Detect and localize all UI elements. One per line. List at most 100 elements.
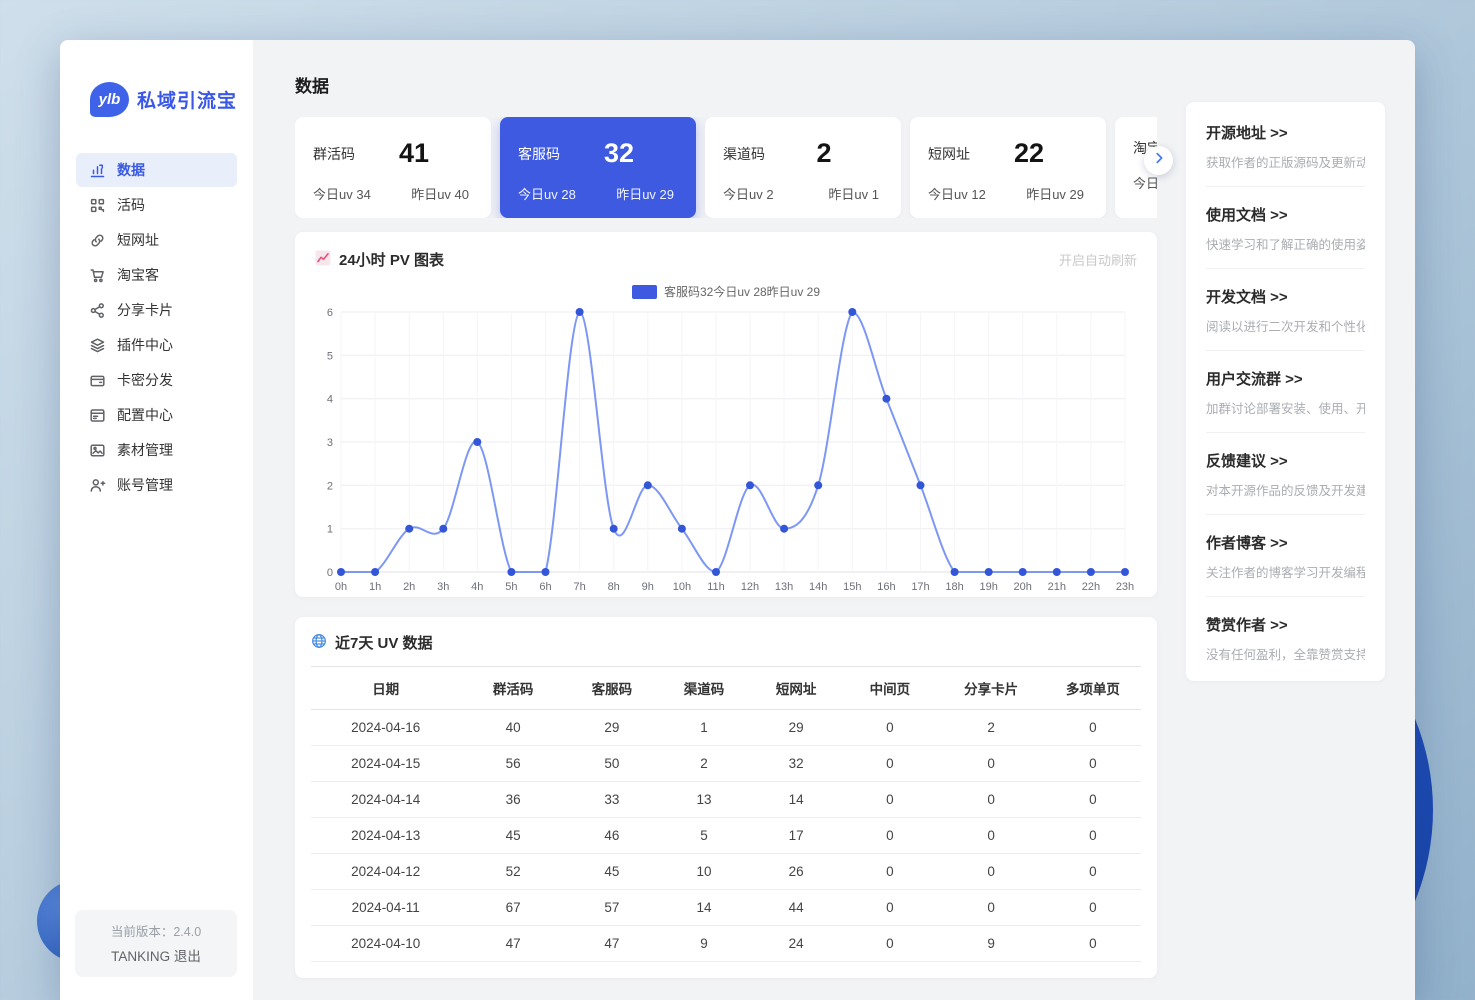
table-cell: 0 (1045, 746, 1141, 782)
svg-text:7h: 7h (573, 581, 585, 593)
help-link-desc: 没有任何盈利，全靠赞赏支持... (1206, 644, 1365, 663)
shopping-cart-icon (89, 267, 106, 284)
user-add-icon (89, 477, 106, 494)
svg-text:0h: 0h (335, 581, 347, 593)
sidebar-item-label: 淘宝客 (117, 265, 159, 285)
sidebar-item-config-center[interactable]: 配置中心 (76, 398, 237, 432)
help-link-desc: 关注作者的博客学习开发编程... (1206, 562, 1365, 581)
table-cell: 14 (750, 782, 842, 818)
sidebar-item-label: 卡密分发 (117, 370, 173, 390)
stat-yesterday-uv: 昨日uv 1 (828, 184, 879, 203)
table-cell: 0 (842, 710, 937, 746)
svg-text:5: 5 (327, 350, 333, 362)
table-row: 2024-04-134546517000 (311, 818, 1141, 854)
help-link-source[interactable]: 开源地址 >>获取作者的正版源码及更新动... (1206, 105, 1365, 187)
sidebar-item-share-card[interactable]: 分享卡片 (76, 293, 237, 327)
stat-card-short-url[interactable]: 短网址22今日uv 12昨日uv 29 (910, 117, 1106, 218)
table-cell: 29 (566, 710, 658, 746)
sidebar-item-short-url[interactable]: 短网址 (76, 223, 237, 257)
sidebar-item-label: 短网址 (117, 230, 159, 250)
table-cell: 50 (566, 746, 658, 782)
table-cell: 0 (842, 782, 937, 818)
table-cell: 0 (842, 746, 937, 782)
share-icon (89, 302, 106, 319)
help-links-panel: 开源地址 >>获取作者的正版源码及更新动...使用文档 >>快速学习和了解正确的… (1186, 102, 1385, 681)
table-row: 2024-04-1167571444000 (311, 890, 1141, 926)
table-row: 2024-04-1436331314000 (311, 782, 1141, 818)
stat-card-channel-code[interactable]: 渠道码2今日uv 2昨日uv 1 (705, 117, 901, 218)
sidebar-item-account[interactable]: 账号管理 (76, 468, 237, 502)
table-cell: 17 (750, 818, 842, 854)
svg-text:2: 2 (327, 480, 333, 492)
stat-card-value: 32 (560, 138, 678, 169)
help-link-donate[interactable]: 赞赏作者 >>没有任何盈利，全靠赞赏支持... (1206, 597, 1365, 678)
table-header-row: 日期群活码客服码渠道码短网址中间页分享卡片多项单页 (311, 667, 1141, 710)
table-cell: 33 (566, 782, 658, 818)
wallet-icon (89, 372, 106, 389)
table-cell: 0 (938, 782, 1045, 818)
help-link-title: 作者博客 >> (1206, 532, 1365, 553)
sidebar-item-label: 活码 (117, 195, 145, 215)
help-link-feedback[interactable]: 反馈建议 >>对本开源作品的反馈及开发建... (1206, 433, 1365, 515)
table-cell: 47 (460, 926, 565, 962)
table-cell: 47 (566, 926, 658, 962)
help-link-dev-doc[interactable]: 开发文档 >>阅读以进行二次开发和个性化... (1206, 269, 1365, 351)
svg-text:16h: 16h (877, 581, 895, 593)
table-column-header: 群活码 (460, 667, 565, 710)
layers-icon (89, 337, 106, 354)
help-link-usage-doc[interactable]: 使用文档 >>快速学习和了解正确的使用姿... (1206, 187, 1365, 269)
help-link-author-blog[interactable]: 作者博客 >> 关注作者的博客学习开发编程... (1206, 515, 1365, 597)
stat-yesterday-uv: 昨日uv 29 (1026, 184, 1084, 203)
svg-text:18h: 18h (945, 581, 963, 593)
svg-text:5h: 5h (505, 581, 517, 593)
stat-yesterday-uv: 昨日uv 29 (616, 184, 674, 203)
table-cell: 2024-04-10 (311, 926, 460, 962)
table-cell: 26 (750, 854, 842, 890)
table-cell: 0 (1045, 782, 1141, 818)
auto-refresh-toggle[interactable]: 开启自动刷新 (1059, 250, 1137, 269)
table-cell: 45 (566, 854, 658, 890)
chart-legend[interactable]: 客服码32今日uv 28昨日uv 29 (315, 283, 1137, 300)
table-row: 2024-04-104747924090 (311, 926, 1141, 962)
version-box: 当前版本：2.4.0 TANKING 退出 (75, 910, 237, 977)
qr-code-icon (89, 197, 106, 214)
table-cell: 0 (938, 890, 1045, 926)
sidebar-item-card-key[interactable]: 卡密分发 (76, 363, 237, 397)
stat-today-uv: 今日uv 12 (928, 184, 986, 203)
image-icon (89, 442, 106, 459)
table-cell: 57 (566, 890, 658, 926)
table-cell: 13 (658, 782, 750, 818)
table-row: 2024-04-164029129020 (311, 710, 1141, 746)
table-cell: 2 (938, 710, 1045, 746)
svg-text:22h: 22h (1082, 581, 1100, 593)
stat-cards-strip: 群活码41今日uv 34昨日uv 40客服码32今日uv 28昨日uv 29渠道… (295, 117, 1157, 218)
sidebar-nav: 数据活码短网址淘宝客分享卡片插件中心卡密分发配置中心素材管理账号管理 (60, 153, 253, 502)
app-title: 私域引流宝 (137, 86, 237, 113)
table-cell: 44 (750, 890, 842, 926)
table-column-header: 客服码 (566, 667, 658, 710)
sidebar-item-taobao[interactable]: 淘宝客 (76, 258, 237, 292)
logout-link[interactable]: 退出 (174, 949, 201, 964)
sidebar-item-plugin-center[interactable]: 插件中心 (76, 328, 237, 362)
stat-card-group-code[interactable]: 群活码41今日uv 34昨日uv 40 (295, 117, 491, 218)
sidebar-item-data[interactable]: 数据 (76, 153, 237, 187)
table-column-header: 短网址 (750, 667, 842, 710)
stat-card-label: 短网址 (928, 144, 970, 164)
svg-text:3: 3 (327, 437, 333, 449)
help-link-title: 使用文档 >> (1206, 204, 1365, 225)
table-cell: 0 (938, 818, 1045, 854)
sidebar-item-material[interactable]: 素材管理 (76, 433, 237, 467)
sidebar-item-label: 插件中心 (117, 335, 173, 355)
sidebar-item-label: 分享卡片 (117, 300, 173, 320)
stat-card-label: 客服码 (518, 144, 560, 164)
svg-text:8h: 8h (608, 581, 620, 593)
scroll-right-button[interactable] (1144, 146, 1173, 175)
stat-today-uv: 今日uv 34 (313, 184, 371, 203)
svg-text:1: 1 (327, 524, 333, 536)
stat-card-service-code[interactable]: 客服码32今日uv 28昨日uv 29 (500, 117, 696, 218)
table-cell: 2024-04-11 (311, 890, 460, 926)
help-link-user-group[interactable]: 用户交流群 >>加群讨论部署安装、使用、开... (1206, 351, 1365, 433)
svg-text:10h: 10h (673, 581, 691, 593)
sidebar-item-live-code[interactable]: 活码 (76, 188, 237, 222)
help-link-desc: 阅读以进行二次开发和个性化... (1206, 316, 1365, 335)
